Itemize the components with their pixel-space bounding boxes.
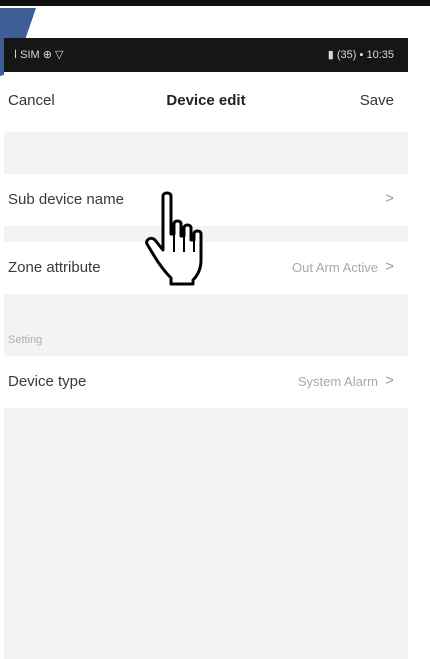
sub-device-name-label: Sub device name xyxy=(8,191,124,208)
hand-pointer-icon xyxy=(145,191,203,286)
chevron-right-icon: > xyxy=(385,258,394,275)
screenshot-frame: ا SIM ⊕ ▽ ▮ (35) ▪ 10:35 Cancel Device e… xyxy=(0,0,430,659)
navigation-bar: Cancel Device edit Save xyxy=(4,72,408,132)
device-type-value: System Alarm xyxy=(297,374,378,389)
phone-screen: ا SIM ⊕ ▽ ▮ (35) ▪ 10:35 Cancel Device e… xyxy=(4,38,408,659)
device-type-row[interactable]: Device type System Alarm > xyxy=(4,356,408,408)
chevron-right-icon: > xyxy=(385,372,394,389)
setting-section-header: Setting xyxy=(8,334,43,346)
top-border-line xyxy=(0,0,430,6)
zone-attribute-value: Out Arm Active xyxy=(292,260,378,275)
zone-attribute-label: Zone attribute xyxy=(8,259,101,276)
status-bar-signal: ا SIM ⊕ ▽ xyxy=(14,49,64,61)
device-type-label: Device type xyxy=(8,373,87,390)
chevron-right-icon: > xyxy=(385,190,394,207)
save-button[interactable]: Save xyxy=(360,92,394,109)
status-bar-battery-time: ▮ (35) ▪ 10:35 xyxy=(327,49,394,61)
status-bar: ا SIM ⊕ ▽ ▮ (35) ▪ 10:35 xyxy=(4,38,408,72)
page-title: Device edit xyxy=(166,92,246,109)
